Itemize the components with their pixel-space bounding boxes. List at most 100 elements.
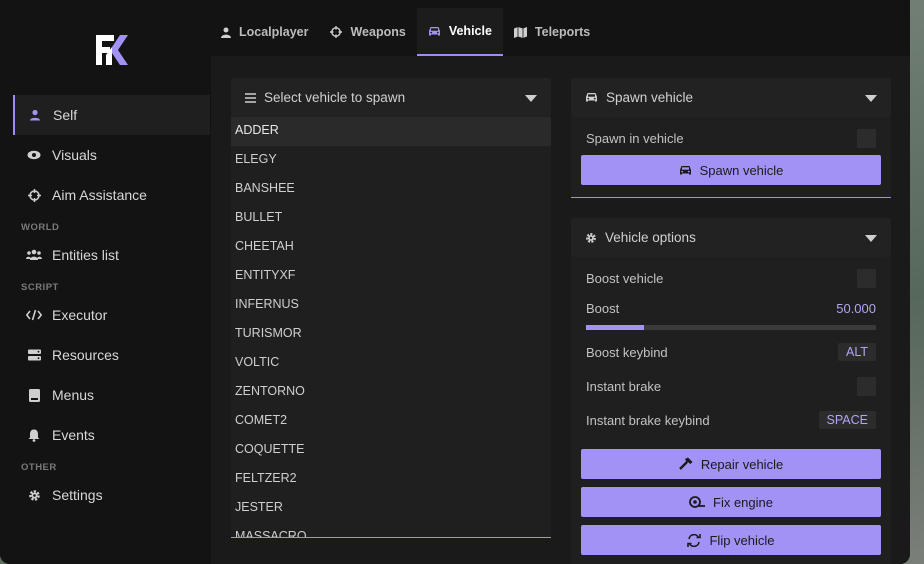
list-item[interactable]: JESTER [231, 494, 551, 523]
list-item[interactable]: ELEGY [231, 146, 551, 175]
flip-vehicle-button[interactable]: Flip vehicle [581, 525, 881, 555]
boost-vehicle-checkbox[interactable] [857, 268, 876, 288]
boost-keybind-label: Boost keybind [586, 344, 668, 360]
tab-teleports[interactable]: Teleports [503, 8, 601, 56]
flip-vehicle-button-label: Flip vehicle [709, 532, 775, 548]
chevron-down-icon[interactable] [865, 230, 877, 245]
sidebar-item-aim-assistance[interactable]: Aim Assistance [13, 175, 210, 215]
rotate-icon [687, 533, 702, 547]
code-icon [26, 307, 42, 323]
crosshair-icon [330, 26, 343, 38]
spawn-vehicle-button-label: Spawn vehicle [699, 162, 784, 178]
sidebar-item-label: Self [53, 107, 78, 123]
boost-slider[interactable] [586, 325, 876, 330]
tab-weapons[interactable]: Weapons [319, 8, 416, 56]
spawn-in-vehicle-row: Spawn in vehicle [571, 121, 891, 155]
instant-brake-keybind-row: Instant brake keybind SPACE [571, 403, 891, 437]
boost-slider-fill [586, 325, 644, 330]
instant-brake-keybind-button[interactable]: SPACE [818, 411, 876, 429]
user-icon [221, 27, 231, 38]
list-item[interactable]: ZENTORNO [231, 378, 551, 407]
boost-label: Boost [586, 301, 620, 316]
list-item[interactable]: FELTZER2 [231, 465, 551, 494]
sidebar-item-label: Menus [52, 387, 95, 403]
list-item[interactable]: BULLET [231, 204, 551, 233]
chevron-down-icon[interactable] [525, 90, 537, 105]
user-icon [27, 107, 43, 123]
sidebar-item-label: Executor [52, 307, 108, 323]
users-icon [26, 247, 42, 263]
section-label-script: SCRIPT [21, 282, 59, 293]
map-icon [513, 26, 527, 38]
spawn-in-vehicle-checkbox[interactable] [857, 128, 876, 148]
car-icon [585, 92, 598, 103]
list-item[interactable]: COMET2 [231, 407, 551, 436]
vehicle-list: ADDER ELEGY BANSHEE BULLET CHEETAH ENTIT… [231, 117, 551, 537]
list-item[interactable]: VOLTIC [231, 349, 551, 378]
spawn-in-vehicle-label: Spawn in vehicle [586, 130, 684, 146]
fix-engine-button[interactable]: Fix engine [581, 487, 881, 517]
tab-label: Weapons [350, 25, 406, 39]
spawn-panel-header[interactable]: Spawn vehicle [571, 78, 891, 117]
list-item[interactable]: BANSHEE [231, 175, 551, 204]
sidebar-item-menus[interactable]: Menus [13, 375, 210, 415]
section-label-world: WORLD [21, 222, 60, 233]
list-item[interactable]: CHEETAH [231, 233, 551, 262]
list-item[interactable]: COQUETTE [231, 436, 551, 465]
sidebar-item-executor[interactable]: Executor [13, 295, 210, 335]
sidebar-item-entities-list[interactable]: Entities list [13, 235, 210, 275]
chevron-down-icon[interactable] [865, 90, 877, 105]
sidebar-item-label: Visuals [52, 147, 97, 163]
sidebar-item-label: Events [52, 427, 95, 443]
vehicle-list-panel: Select vehicle to spawn ADDER ELEGY BANS… [231, 78, 551, 538]
server-icon [26, 347, 42, 363]
options-panel-title: Vehicle options [605, 230, 696, 245]
instant-brake-keybind-label: Instant brake keybind [586, 412, 710, 428]
boost-value: 50.000 [836, 301, 876, 316]
spawn-panel-title: Spawn vehicle [606, 90, 694, 105]
section-label-other: OTHER [21, 462, 57, 473]
gear-icon [585, 232, 597, 244]
content-area: Select vehicle to spawn ADDER ELEGY BANS… [211, 56, 910, 564]
tab-label: Vehicle [448, 24, 492, 38]
tab-label: Localplayer [239, 25, 309, 39]
options-panel-header[interactable]: Vehicle options [571, 218, 891, 257]
list-item[interactable]: INFERNUS [231, 291, 551, 320]
sidebar-item-self[interactable]: Self [13, 95, 210, 135]
boost-slider-row: Boost 50.000 [571, 295, 891, 335]
spawn-vehicle-button[interactable]: Spawn vehicle [581, 155, 881, 185]
instant-brake-checkbox[interactable] [857, 376, 876, 396]
list-item[interactable]: MASSACRO [231, 523, 551, 537]
car-icon [679, 165, 692, 176]
sidebar: Self Visuals Aim Assistance WORLD Entiti… [0, 0, 210, 564]
spawn-vehicle-panel: Spawn vehicle Spawn in vehicle Spawn veh… [571, 78, 891, 198]
tab-localplayer[interactable]: Localplayer [210, 8, 319, 56]
car-icon [428, 26, 441, 37]
eye-icon [26, 147, 42, 163]
crosshair-icon [26, 187, 42, 203]
instant-brake-label: Instant brake [586, 378, 662, 394]
vehicle-list-header[interactable]: Select vehicle to spawn [231, 78, 551, 117]
vehicle-options-panel: Vehicle options Boost vehicle Boost 50.0… [571, 218, 891, 564]
instant-brake-row: Instant brake [571, 369, 891, 403]
sidebar-item-events[interactable]: Events [13, 415, 210, 455]
sidebar-item-resources[interactable]: Resources [13, 335, 210, 375]
sidebar-item-visuals[interactable]: Visuals [13, 135, 210, 175]
sidebar-item-label: Entities list [52, 247, 119, 263]
book-icon [26, 387, 42, 403]
list-icon [245, 92, 256, 103]
gear-icon [26, 487, 42, 503]
boost-keybind-row: Boost keybind ALT [571, 335, 891, 369]
tab-vehicle[interactable]: Vehicle [416, 8, 503, 56]
repair-vehicle-button[interactable]: Repair vehicle [581, 449, 881, 479]
boost-keybind-button[interactable]: ALT [838, 343, 876, 361]
sidebar-item-settings[interactable]: Settings [13, 475, 210, 515]
list-item[interactable]: ENTITYXF [231, 262, 551, 291]
boost-vehicle-label: Boost vehicle [586, 270, 664, 286]
boost-vehicle-row: Boost vehicle [571, 261, 891, 295]
hammer-icon [678, 457, 693, 471]
fix-engine-button-label: Fix engine [713, 494, 773, 510]
list-item[interactable]: ADDER [231, 117, 551, 146]
app-logo [96, 35, 128, 65]
list-item[interactable]: TURISMOR [231, 320, 551, 349]
